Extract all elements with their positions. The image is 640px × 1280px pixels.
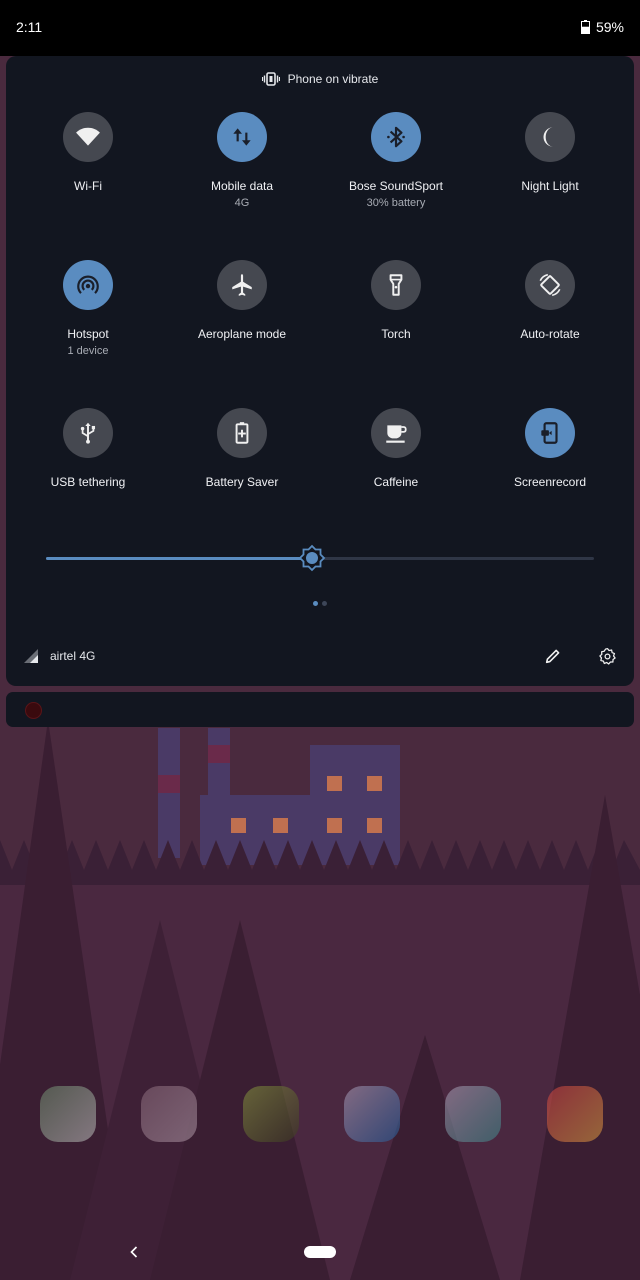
tile-wifi[interactable]: Wi-Fi	[11, 112, 165, 232]
tile-auto-rotate-button[interactable]	[525, 260, 575, 310]
brightness-thumb-icon[interactable]	[297, 543, 327, 573]
tile-label: Mobile data	[210, 179, 274, 193]
tile-caffeine[interactable]: Caffeine	[319, 408, 473, 528]
settings-button[interactable]	[596, 645, 618, 667]
tile-screenrecord-button[interactable]	[525, 408, 575, 458]
tile-night-light[interactable]: Night Light	[473, 112, 627, 232]
tile-mobile-data-button[interactable]	[217, 112, 267, 162]
tile-label: Aeroplane mode	[197, 327, 287, 341]
tile-label: Bose SoundSport	[348, 179, 444, 193]
camera-app-icon[interactable]	[445, 1086, 501, 1142]
quick-settings-panel: Phone on vibrate Wi-Fi Mobile data 4G Bo…	[6, 56, 634, 686]
tile-usb-tethering-button[interactable]	[63, 408, 113, 458]
vibrate-icon	[261, 72, 280, 86]
home-pill-button[interactable]	[304, 1246, 336, 1258]
launcher-app-icon[interactable]	[40, 1086, 96, 1142]
wifi-icon	[76, 127, 100, 146]
tile-bluetooth[interactable]: Bose SoundSport 30% battery	[319, 112, 473, 232]
tile-battery-saver-button[interactable]	[217, 408, 267, 458]
tile-sublabel: 4G	[234, 197, 250, 209]
battery-icon	[580, 20, 590, 34]
chrome-app-icon[interactable]	[547, 1086, 603, 1142]
gear-icon	[598, 647, 616, 665]
night-light-icon	[543, 127, 554, 147]
quick-settings-footer: airtel 4G	[6, 641, 634, 673]
edit-tiles-button[interactable]	[542, 645, 564, 667]
battery-percent: 59%	[595, 19, 624, 35]
tile-hotspot[interactable]: Hotspot 1 device	[11, 260, 165, 380]
mobile-data-icon	[233, 128, 251, 146]
hotspot-icon	[77, 275, 99, 294]
screen-record-icon	[541, 422, 558, 444]
tile-label: Wi-Fi	[74, 179, 102, 193]
tile-battery-saver[interactable]: Battery Saver	[165, 408, 319, 528]
coffee-cup-icon	[386, 425, 407, 443]
tile-night-light-button[interactable]	[525, 112, 575, 162]
status-bar: 2:11 59%	[0, 0, 640, 56]
tile-hotspot-button[interactable]	[63, 260, 113, 310]
tile-mobile-data[interactable]: Mobile data 4G	[165, 112, 319, 232]
tile-wifi-button[interactable]	[63, 112, 113, 162]
tile-sublabel: 1 device	[67, 345, 109, 357]
tile-label: Battery Saver	[205, 475, 279, 489]
record-dot-icon	[25, 702, 42, 719]
carrier-name: airtel 4G	[50, 649, 96, 663]
brightness-slider[interactable]	[46, 542, 594, 576]
spotify-app-icon[interactable]	[243, 1086, 299, 1142]
page-dot	[313, 601, 318, 606]
tile-aeroplane-mode[interactable]: Aeroplane mode	[165, 260, 319, 380]
tile-sublabel: 30% battery	[366, 197, 426, 209]
back-button[interactable]	[124, 1242, 144, 1262]
play-movies-app-icon[interactable]	[141, 1086, 197, 1142]
tile-label: Auto-rotate	[520, 327, 580, 341]
tile-aeroplane-mode-button[interactable]	[217, 260, 267, 310]
tile-label: Torch	[381, 327, 411, 341]
ringer-status[interactable]: Phone on vibrate	[6, 70, 634, 88]
back-chevron-icon	[130, 1246, 138, 1258]
tile-label: Screenrecord	[513, 475, 587, 489]
brightness-fill	[46, 557, 312, 560]
signal-icon	[24, 649, 38, 663]
airplane-icon	[232, 274, 252, 296]
page-dot	[322, 601, 327, 606]
notification-card[interactable]	[6, 692, 634, 727]
carrier-info[interactable]: airtel 4G	[24, 649, 95, 663]
tile-label: Caffeine	[373, 475, 419, 489]
battery-saver-icon	[235, 422, 249, 444]
tile-torch[interactable]: Torch	[319, 260, 473, 380]
status-time: 2:11	[16, 19, 43, 35]
tile-screenrecord[interactable]: Screenrecord	[473, 408, 627, 528]
tile-caffeine-button[interactable]	[371, 408, 421, 458]
status-right: 59%	[580, 19, 624, 35]
tile-usb-tethering[interactable]: USB tethering	[11, 408, 165, 528]
tile-bluetooth-button[interactable]	[371, 112, 421, 162]
tile-label: Hotspot	[67, 327, 109, 341]
tile-label: USB tethering	[50, 475, 126, 489]
play-store-app-icon[interactable]	[344, 1086, 400, 1142]
torch-icon	[389, 274, 403, 296]
bluetooth-icon	[387, 126, 405, 148]
tile-torch-button[interactable]	[371, 260, 421, 310]
usb-icon	[80, 422, 96, 444]
auto-rotate-icon	[539, 273, 561, 297]
tile-label: Night Light	[521, 179, 579, 193]
page-indicator	[6, 601, 634, 606]
tile-auto-rotate[interactable]: Auto-rotate	[473, 260, 627, 380]
ringer-status-label: Phone on vibrate	[287, 72, 379, 86]
pencil-icon	[545, 649, 560, 664]
